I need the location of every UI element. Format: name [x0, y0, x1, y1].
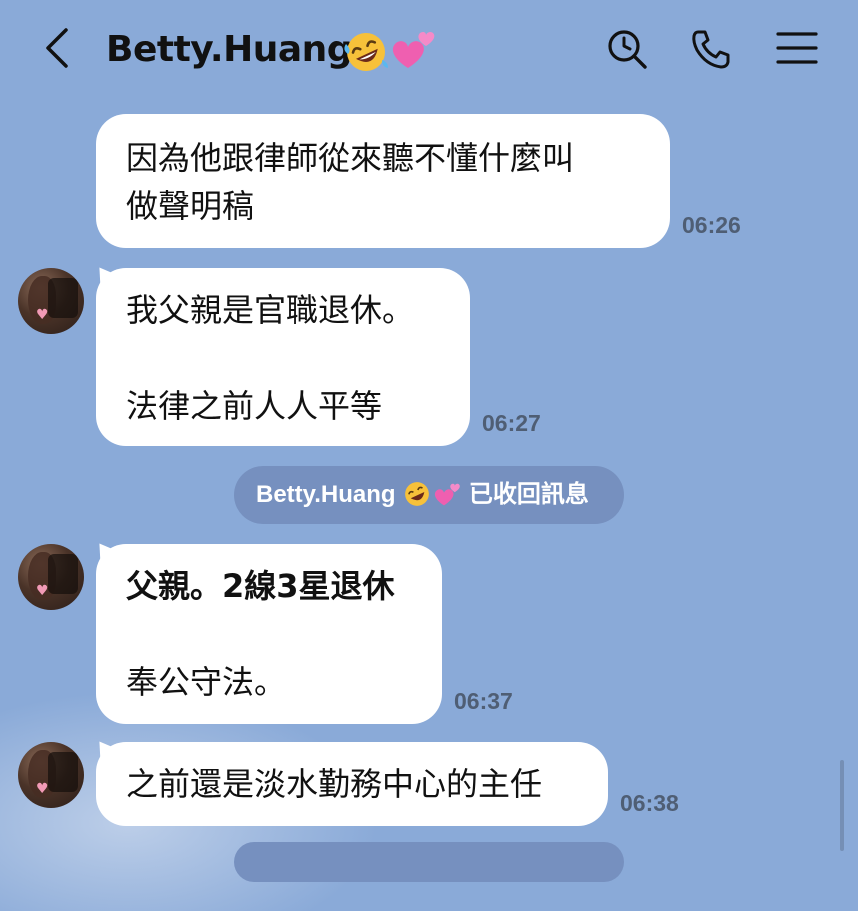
message-bubble[interactable]: 我父親是官職退休。 法律之前人人平等 [96, 268, 470, 446]
message-line: 父親。2線3星退休 [126, 567, 395, 605]
chat-header: Betty.Huang [0, 0, 858, 100]
avatar[interactable]: ♥ [18, 544, 84, 610]
message-line: 之前還是淡水勤務中心的主任 [126, 765, 543, 803]
next-notice-partial [234, 842, 624, 882]
message-bubble[interactable]: 之前還是淡水勤務中心的主任 [96, 742, 608, 826]
message-bubble[interactable]: 父親。2線3星退休 奉公守法。 [96, 544, 442, 724]
chevron-left-icon[interactable] [40, 26, 80, 70]
menu-icon[interactable] [774, 26, 820, 72]
message-line: 做聲明稿 [126, 187, 255, 225]
two-hearts-emoji-icon [435, 483, 461, 506]
rofl-emoji-icon [405, 481, 430, 506]
message-bubble[interactable]: 因為他跟律師從來聽不懂什麼叫 做聲明稿 [96, 114, 670, 248]
notice-text: 已收回訊息 [468, 481, 589, 508]
message-time: 06:38 [620, 790, 679, 816]
message-line: 法律之前人人平等 [126, 387, 383, 425]
message-line [126, 610, 412, 658]
rofl-emoji-icon [344, 33, 388, 71]
message-line: 奉公守法。 [126, 663, 287, 701]
phone-icon[interactable] [688, 26, 734, 72]
unsent-message-notice: Betty.Huang 已收回訊息 [234, 466, 624, 524]
message-time: 06:37 [454, 688, 513, 714]
message-line [126, 334, 440, 382]
notice-sender-name: Betty.Huang [256, 481, 396, 508]
message-line: 我父親是官職退休。 [126, 291, 415, 329]
two-hearts-emoji-icon [392, 31, 435, 68]
avatar[interactable]: ♥ [18, 268, 84, 334]
scrollbar[interactable] [840, 760, 844, 851]
message-time: 06:27 [482, 410, 541, 436]
message-line: 因為他跟律師從來聽不懂什麼叫 [126, 139, 575, 177]
message-time: 06:26 [682, 212, 741, 238]
chat-title[interactable]: Betty.Huang [106, 24, 353, 76]
search-icon[interactable] [604, 26, 650, 72]
avatar[interactable]: ♥ [18, 742, 84, 808]
